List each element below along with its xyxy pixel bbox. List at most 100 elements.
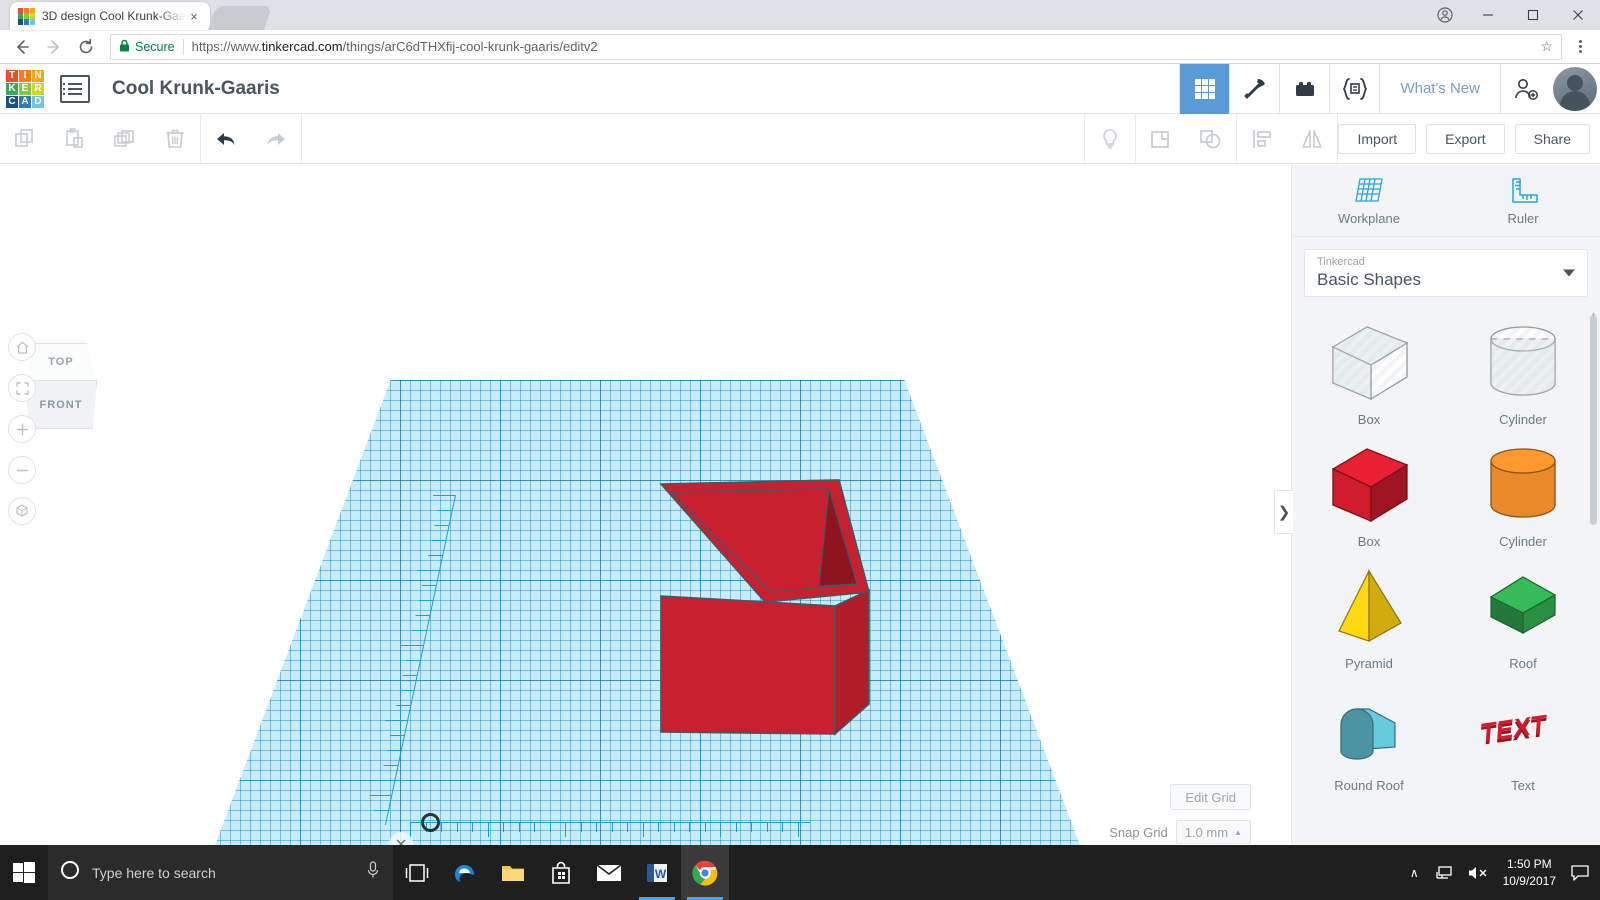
action-center-icon[interactable] bbox=[1570, 864, 1590, 882]
page-title[interactable]: Cool Krunk-Gaaris bbox=[112, 78, 280, 100]
window-maximize-button[interactable] bbox=[1510, 0, 1555, 30]
chrome-menu-button[interactable] bbox=[1568, 40, 1592, 53]
trash-icon[interactable] bbox=[150, 114, 200, 163]
redo-icon[interactable] bbox=[251, 114, 301, 163]
word-icon[interactable]: W bbox=[633, 845, 681, 900]
shape-roof[interactable]: Roof bbox=[1446, 559, 1600, 677]
add-person-icon[interactable] bbox=[1500, 63, 1550, 114]
codeblocks-icon[interactable] bbox=[1329, 63, 1379, 114]
library-name-label: Basic Shapes bbox=[1317, 269, 1421, 289]
network-icon[interactable] bbox=[1433, 864, 1453, 882]
copy-icon[interactable] bbox=[0, 114, 50, 163]
ruler-tool[interactable]: Ruler bbox=[1463, 176, 1583, 226]
bookmark-star-icon[interactable]: ☆ bbox=[1540, 38, 1553, 55]
store-icon[interactable] bbox=[537, 845, 585, 900]
search-input[interactable]: Type here to search bbox=[92, 865, 353, 881]
logo-tile-e: E bbox=[19, 82, 31, 95]
align-icon[interactable] bbox=[1237, 114, 1287, 163]
ruler-tick bbox=[580, 822, 582, 832]
clock[interactable]: 1:50 PM 10/9/2017 bbox=[1503, 856, 1556, 888]
ruler-horizontal[interactable] bbox=[410, 822, 810, 837]
lego-brick-icon[interactable] bbox=[1279, 63, 1329, 114]
window-close-button[interactable] bbox=[1555, 0, 1600, 30]
explorer-icon[interactable] bbox=[489, 845, 537, 900]
cortana-search-box[interactable]: Type here to search bbox=[48, 845, 393, 900]
duplicate-icon[interactable] bbox=[100, 114, 150, 163]
windows-start-button[interactable] bbox=[0, 845, 48, 900]
shape-cylinder-hole[interactable]: Cylinder bbox=[1446, 315, 1600, 433]
shape-library-select[interactable]: Tinkercad Basic Shapes bbox=[1304, 249, 1588, 297]
edit-grid-button[interactable]: Edit Grid bbox=[1170, 784, 1251, 810]
address-bar[interactable]: Secure https://www.tinkercad.com/things/… bbox=[110, 33, 1562, 60]
lightbulb-icon[interactable] bbox=[1085, 114, 1135, 163]
shape-cylinder-solid-label: Cylinder bbox=[1499, 534, 1547, 549]
ruler-tick bbox=[437, 510, 452, 511]
ruler-tick bbox=[487, 822, 489, 837]
import-button[interactable]: Import bbox=[1338, 123, 1417, 154]
favicon-tile bbox=[29, 7, 35, 13]
zoom-out-button[interactable] bbox=[8, 456, 36, 484]
volume-muted-icon[interactable] bbox=[1467, 864, 1489, 882]
snap-grid-select[interactable]: 1.0 mm ▲ bbox=[1175, 820, 1251, 844]
chrome-icon[interactable] bbox=[681, 845, 729, 900]
ruler-tick bbox=[369, 795, 392, 796]
3d-workspace-canvas[interactable]: Workplane bbox=[0, 165, 1291, 864]
minecraft-pickaxe-icon[interactable] bbox=[1229, 63, 1279, 114]
tinkercad-logo[interactable]: TIN KER CAD bbox=[6, 69, 44, 108]
whats-new-link[interactable]: What's New bbox=[1379, 63, 1500, 114]
design-list-button[interactable] bbox=[60, 74, 90, 103]
shape-round-roof[interactable]: Round Roof bbox=[1292, 681, 1446, 799]
favicon-tile bbox=[29, 19, 35, 25]
ruler-tick bbox=[386, 750, 401, 751]
browser-tab[interactable]: 3D design Cool Krunk-Gaaris × bbox=[10, 2, 210, 30]
new-tab-button[interactable] bbox=[208, 6, 272, 30]
ruler-icon bbox=[1512, 177, 1538, 203]
edge-icon[interactable] bbox=[441, 845, 489, 900]
shape-cylinder-solid[interactable]: Cylinder bbox=[1446, 437, 1600, 555]
ruler-origin-handle[interactable] bbox=[421, 813, 440, 832]
tray-chevron-icon[interactable]: ∧ bbox=[1410, 866, 1419, 880]
fit-to-view-button[interactable] bbox=[8, 374, 36, 402]
ruler-tick bbox=[441, 822, 442, 832]
ruler-tick bbox=[373, 810, 389, 811]
mail-icon[interactable] bbox=[585, 845, 633, 900]
export-button[interactable]: Export bbox=[1426, 123, 1505, 154]
reload-button[interactable] bbox=[72, 33, 100, 61]
shape-box-hole-thumbnail bbox=[1323, 321, 1415, 410]
shape-list[interactable]: Box Cylinder Box Cylinder Pyramid Roof Round R… bbox=[1292, 309, 1600, 864]
red-open-box[interactable] bbox=[659, 478, 871, 736]
undo-icon[interactable] bbox=[201, 114, 251, 163]
favicon-tile bbox=[23, 19, 30, 25]
security-label: Secure bbox=[135, 39, 175, 54]
shape-pyramid[interactable]: Pyramid bbox=[1292, 559, 1446, 677]
tinkercad-favicon bbox=[18, 7, 35, 25]
zoom-in-button[interactable] bbox=[8, 415, 36, 443]
snap-grid-control: Snap Grid 1.0 mm ▲ bbox=[1109, 820, 1251, 844]
panel-collapse-button[interactable]: ❯ bbox=[1274, 490, 1293, 534]
ungroup-icon[interactable] bbox=[1186, 114, 1236, 163]
ruler-tick bbox=[399, 690, 414, 691]
mirror-icon[interactable] bbox=[1287, 114, 1337, 163]
paste-icon[interactable] bbox=[50, 114, 100, 163]
window-minimize-button[interactable] bbox=[1465, 0, 1510, 30]
user-avatar[interactable] bbox=[1550, 64, 1600, 114]
microphone-icon[interactable] bbox=[365, 861, 381, 884]
shape-box-solid[interactable]: Box bbox=[1292, 437, 1446, 555]
scrollbar-thumb[interactable] bbox=[1590, 315, 1597, 525]
home-view-button[interactable] bbox=[8, 333, 36, 361]
favicon-tile bbox=[18, 13, 24, 19]
workplane-tool[interactable]: Workplane bbox=[1309, 176, 1429, 226]
system-tray: ∧ 1:50 PM 10/9/2017 bbox=[1410, 845, 1600, 900]
perspective-toggle-button[interactable] bbox=[8, 497, 36, 525]
back-button[interactable] bbox=[8, 33, 36, 61]
tab-close-icon[interactable]: × bbox=[186, 8, 202, 24]
share-button[interactable]: Share bbox=[1514, 123, 1590, 154]
task-view-icon[interactable] bbox=[393, 845, 441, 900]
shape-text[interactable]: TEXT TEXT Text bbox=[1446, 681, 1600, 799]
3d-design-grid-icon[interactable] bbox=[1179, 63, 1230, 114]
shape-box-hole[interactable]: Box bbox=[1292, 315, 1446, 433]
group-icon[interactable] bbox=[1136, 114, 1186, 163]
chrome-profile-icon[interactable] bbox=[1425, 0, 1465, 30]
shape-list-scrollbar[interactable]: ▲ ▼ bbox=[1589, 309, 1598, 864]
workplane-grid[interactable] bbox=[200, 380, 1095, 864]
